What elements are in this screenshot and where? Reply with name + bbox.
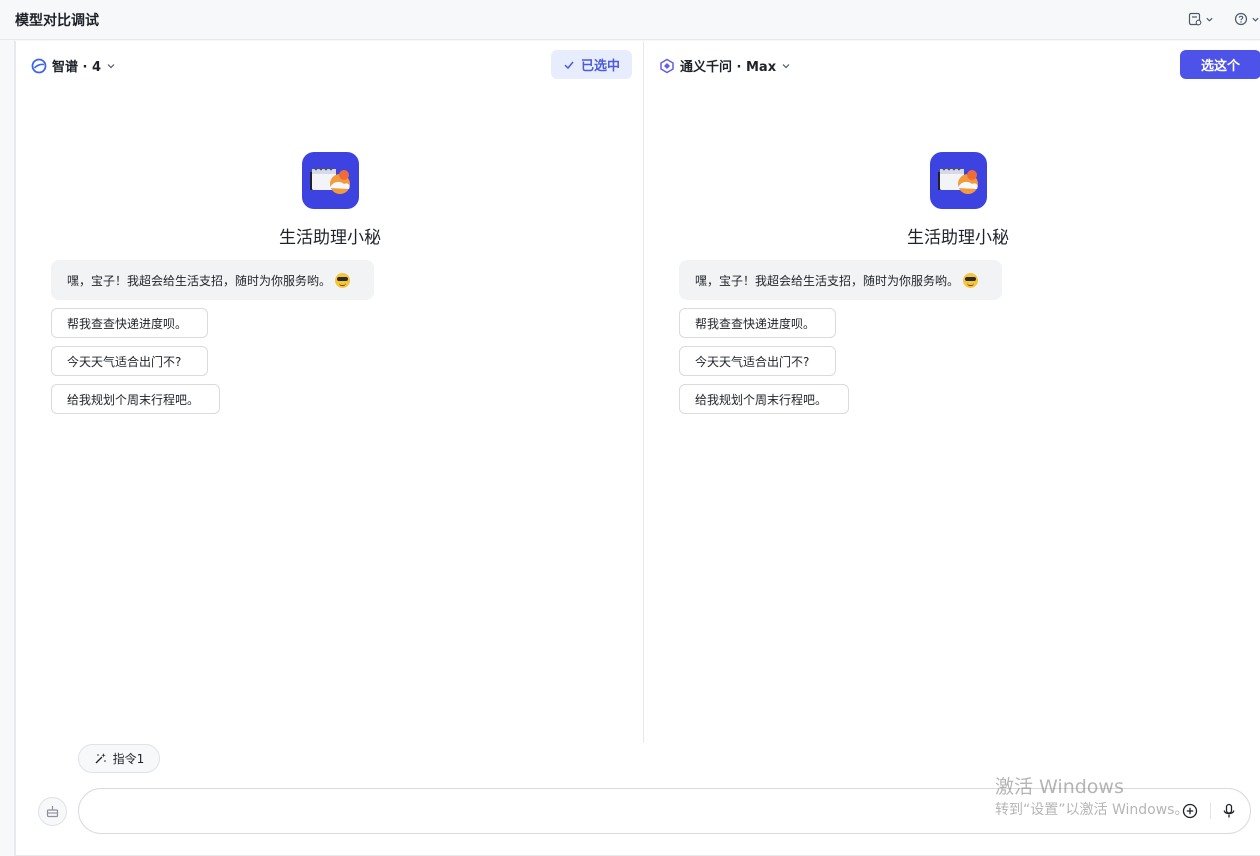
greeting-text: 嘿，宝子！我超会给生活支招，随时为你服务哟。	[67, 273, 332, 288]
chevron-down-icon	[1252, 17, 1259, 22]
left-model-select[interactable]: 智谱 · 4	[31, 56, 116, 75]
bot-avatar	[302, 152, 359, 209]
left-model-pane: 智谱 · 4 已选中 生活助理小秘 嘿，宝子！我超会给生活支招，随时为你服务哟。…	[16, 41, 644, 743]
compare-workspace: 智谱 · 4 已选中 生活助理小秘 嘿，宝子！我超会给生活支招，随时为你服务哟。…	[15, 41, 1260, 856]
top-bar: 模型对比调试	[0, 0, 1260, 40]
suggestion-chip[interactable]: 今天天气适合出门不?	[51, 346, 208, 376]
check-icon	[564, 61, 574, 69]
right-model-pane: 通义千问 · Max 选这个 生活助理小秘 嘿，宝子！我超会给生活支招，随时为你…	[644, 41, 1260, 743]
suggestion-chip[interactable]: 帮我查查快递进度呗。	[679, 308, 836, 338]
broom-icon	[46, 806, 59, 818]
microphone-icon	[1223, 803, 1235, 818]
voice-input-button[interactable]	[1220, 802, 1238, 820]
zhipu-logo-icon	[31, 58, 47, 74]
choose-this-button[interactable]: 选这个	[1180, 50, 1260, 79]
greeting-text: 嘿，宝子！我超会给生活支招，随时为你服务哟。	[695, 273, 960, 288]
help-icon	[1234, 12, 1248, 26]
chevron-down-icon	[107, 63, 115, 68]
input-divider	[1210, 803, 1211, 819]
selected-button[interactable]: 已选中	[551, 50, 632, 79]
doc-settings-menu[interactable]	[1188, 10, 1214, 28]
suggestion-chip[interactable]: 今天天气适合出门不?	[679, 346, 836, 376]
sunglasses-emoji-icon	[335, 272, 351, 288]
message-input-box[interactable]	[78, 788, 1251, 834]
suggestion-chip[interactable]: 帮我查查快递进度呗。	[51, 308, 208, 338]
left-model-name: 智谱 · 4	[52, 60, 102, 75]
command-chip-label: 指令1	[112, 752, 145, 766]
message-input[interactable]	[99, 799, 979, 823]
suggestion-chip[interactable]: 给我规划个周末行程吧。	[51, 384, 220, 414]
greeting-bubble: 嘿，宝子！我超会给生活支招，随时为你服务哟。	[51, 260, 374, 300]
chevron-down-icon	[782, 63, 790, 68]
magic-wand-icon	[95, 753, 106, 764]
right-model-select[interactable]: 通义千问 · Max	[659, 56, 791, 75]
plus-circle-icon	[1182, 803, 1198, 819]
add-attachment-button[interactable]	[1181, 802, 1199, 820]
selected-label: 已选中	[580, 59, 620, 74]
sunglasses-emoji-icon	[963, 272, 979, 288]
bot-name: 生活助理小秘	[279, 228, 381, 248]
greeting-bubble: 嘿，宝子！我超会给生活支招，随时为你服务哟。	[679, 260, 1002, 300]
command-chip[interactable]: 指令1	[78, 744, 160, 773]
bot-avatar	[930, 152, 987, 209]
help-menu[interactable]	[1234, 10, 1260, 28]
page-title: 模型对比调试	[15, 13, 99, 29]
bot-name: 生活助理小秘	[907, 228, 1009, 248]
tongyi-logo-icon	[659, 58, 675, 74]
doc-settings-icon	[1188, 12, 1202, 26]
suggestion-chip[interactable]: 给我规划个周末行程吧。	[679, 384, 849, 414]
right-model-name: 通义千问 · Max	[680, 60, 777, 75]
clear-context-button[interactable]	[38, 797, 67, 826]
chevron-down-icon	[1206, 17, 1213, 22]
side-rail	[0, 40, 15, 856]
